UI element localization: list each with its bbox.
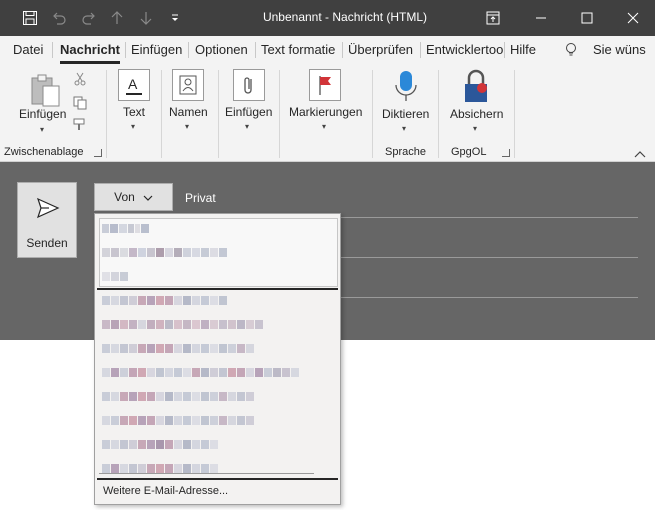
title-bar: Unbenannt - Nachricht (HTML) <box>0 0 655 36</box>
tab-datei[interactable]: Datei <box>13 42 43 57</box>
dropdown-separator <box>97 478 338 480</box>
send-button[interactable]: Senden <box>17 182 77 258</box>
group-separator <box>372 70 373 158</box>
chevron-down-icon[interactable]: ▾ <box>185 122 189 131</box>
chevron-down-icon[interactable]: ▾ <box>402 124 406 133</box>
window-title: Unbenannt - Nachricht (HTML) <box>262 10 428 24</box>
lightbulb-icon[interactable] <box>564 42 578 61</box>
attach-icon[interactable] <box>233 69 265 101</box>
clipboard-group-label: Zwischenablage <box>4 146 84 158</box>
paste-label[interactable]: Einfügen <box>19 107 66 121</box>
tags-label[interactable]: Markierungen <box>289 105 362 119</box>
collapse-ribbon-icon[interactable] <box>634 147 646 161</box>
dropdown-separator <box>97 288 338 290</box>
format-painter-icon[interactable] <box>73 118 87 135</box>
dropdown-item-redacted[interactable] <box>102 245 227 259</box>
dropdown-item-redacted[interactable] <box>102 269 128 283</box>
tab-text-formatieren[interactable]: Text formatie <box>261 42 335 57</box>
save-icon[interactable] <box>18 6 42 30</box>
from-account: Privat <box>185 191 216 205</box>
from-dropdown-menu: Weitere E-Mail-Adresse... <box>94 213 341 505</box>
paste-icon[interactable] <box>28 72 62 108</box>
to-field-line[interactable] <box>341 217 638 218</box>
group-separator <box>161 70 162 158</box>
tab-separator <box>188 42 189 58</box>
tab-separator <box>342 42 343 58</box>
close-icon[interactable] <box>610 0 655 36</box>
tab-separator <box>125 42 126 58</box>
subject-field-line[interactable] <box>341 297 638 298</box>
tab-separator <box>420 42 421 58</box>
maximize-icon[interactable] <box>564 0 610 36</box>
dropdown-item-redacted[interactable] <box>102 365 299 379</box>
address-book-icon[interactable] <box>172 69 204 101</box>
flag-icon[interactable] <box>309 69 341 101</box>
dropdown-item-redacted[interactable] <box>102 389 254 403</box>
names-label[interactable]: Namen <box>169 105 208 119</box>
group-separator <box>279 70 280 158</box>
dropdown-item-redacted[interactable] <box>102 437 218 451</box>
from-button[interactable]: Von <box>94 183 173 211</box>
svg-text:A: A <box>128 76 138 92</box>
tab-optionen[interactable]: Optionen <box>195 42 248 57</box>
protect-label[interactable]: Absichern <box>450 107 503 121</box>
dictate-label[interactable]: Diktieren <box>382 107 429 121</box>
send-icon <box>36 197 60 222</box>
tell-me-search[interactable]: Sie wüns <box>593 42 646 57</box>
chevron-down-icon <box>143 190 153 204</box>
dropdown-item-redacted[interactable] <box>102 341 254 355</box>
chevron-down-icon[interactable]: ▾ <box>322 122 326 131</box>
tab-entwicklertools[interactable]: Entwicklertoo <box>426 42 503 57</box>
dropdown-item-redacted[interactable] <box>102 293 227 307</box>
insert-label[interactable]: Einfügen <box>225 105 272 119</box>
group-separator <box>106 70 107 158</box>
cc-field-line[interactable] <box>341 257 638 258</box>
restore-icon[interactable] <box>470 0 516 36</box>
down-arrow-icon[interactable] <box>134 6 158 30</box>
tab-ueberpruefen[interactable]: Überprüfen <box>348 42 413 57</box>
chevron-down-icon[interactable]: ▾ <box>40 125 44 134</box>
redo-icon[interactable] <box>77 6 101 30</box>
up-arrow-icon[interactable] <box>105 6 129 30</box>
dialog-launcher-icon[interactable] <box>94 149 102 157</box>
group-separator <box>514 70 515 158</box>
dropdown-item-redacted[interactable] <box>102 221 149 235</box>
text-label[interactable]: Text <box>123 105 145 119</box>
dialog-launcher-icon[interactable] <box>502 149 510 157</box>
dropdown-divider <box>99 473 314 474</box>
text-format-icon[interactable]: A <box>118 69 150 101</box>
customize-icon[interactable] <box>163 6 187 30</box>
chevron-down-icon[interactable]: ▾ <box>245 122 249 131</box>
tab-separator <box>504 42 505 58</box>
more-email-addresses[interactable]: Weitere E-Mail-Adresse... <box>103 485 228 497</box>
ribbon-tabs: Datei Nachricht Einfügen Optionen Text f… <box>0 36 655 64</box>
group-separator <box>438 70 439 158</box>
tab-separator <box>255 42 256 58</box>
send-label: Senden <box>26 236 68 250</box>
from-label: Von <box>114 190 135 204</box>
cut-icon[interactable] <box>73 72 87 89</box>
chevron-down-icon[interactable]: ▾ <box>473 124 477 133</box>
tab-separator <box>52 42 53 58</box>
group-separator <box>218 70 219 158</box>
tab-einfuegen[interactable]: Einfügen <box>131 42 182 57</box>
ribbon: Einfügen ▾ Zwischenablage A Text ▾ Namen… <box>0 64 655 162</box>
speech-group-label: Sprache <box>385 146 426 158</box>
minimize-icon[interactable] <box>518 0 564 36</box>
lock-icon[interactable] <box>461 69 491 105</box>
gpgol-group-label: GpgOL <box>451 146 487 158</box>
microphone-icon[interactable] <box>392 69 420 105</box>
chevron-down-icon[interactable]: ▾ <box>131 122 135 131</box>
tab-hilfe[interactable]: Hilfe <box>510 42 536 57</box>
dropdown-item-redacted[interactable] <box>102 317 263 331</box>
dropdown-item-redacted[interactable] <box>102 413 254 427</box>
undo-icon[interactable] <box>47 6 71 30</box>
tab-nachricht[interactable]: Nachricht <box>60 42 120 57</box>
copy-icon[interactable] <box>73 96 87 113</box>
